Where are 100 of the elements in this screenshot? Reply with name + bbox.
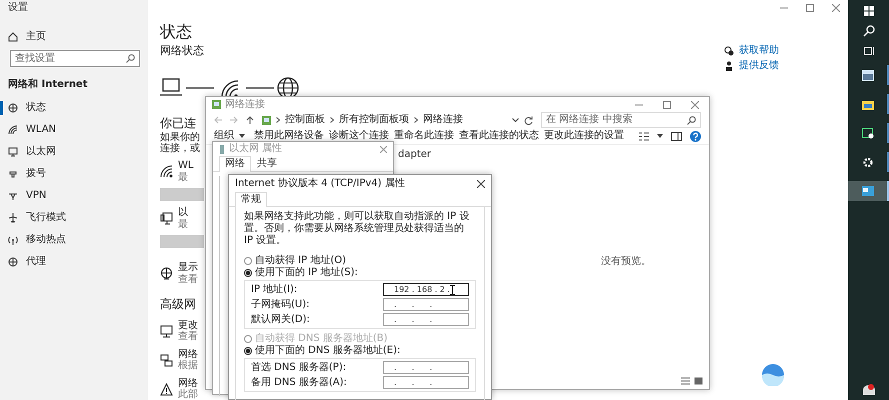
monitor-icon xyxy=(160,324,173,338)
preview-message: 没有预览。 xyxy=(601,256,651,268)
nav-item[interactable]: 拨号 xyxy=(0,163,148,185)
field-label: 子网掩码(U): xyxy=(251,298,310,310)
feedback-link[interactable]: 提供反馈 xyxy=(739,60,779,72)
notification-icon[interactable] xyxy=(862,384,876,396)
breadcrumb-item[interactable]: 所有控制面板项 xyxy=(339,114,409,126)
home-link[interactable]: 主页 xyxy=(0,26,148,48)
help-link[interactable]: 获取帮助 xyxy=(739,45,779,57)
window-title: 网络连接 xyxy=(225,98,265,110)
link-title[interactable]: 更改 xyxy=(178,320,198,332)
description-text: 如果网络支持此功能，则可以获取自动指派的 IP 设置。否则，你需要从网络系统管理员处获得适当的 IP 设置。 xyxy=(244,211,470,247)
link-title[interactable]: 显示 xyxy=(178,262,198,274)
field-label: 默认网关(D): xyxy=(251,314,311,326)
globe-icon xyxy=(8,257,18,267)
warning-icon xyxy=(160,382,173,396)
text-cursor-icon xyxy=(450,284,455,294)
antenna-icon xyxy=(8,235,18,245)
field-label: 备用 DNS 服务器(A): xyxy=(251,376,348,388)
chevron-right-icon xyxy=(276,117,280,123)
toolbar-button[interactable]: 组织 xyxy=(214,130,234,142)
close-icon[interactable] xyxy=(477,180,485,188)
search-field[interactable]: 在 网络连接 中搜索 xyxy=(541,112,701,128)
refresh-icon[interactable] xyxy=(524,116,533,124)
network-icon xyxy=(8,191,18,201)
dns-server-field[interactable]: . . . xyxy=(383,361,469,374)
preview-pane-icon[interactable] xyxy=(671,132,682,140)
nav-item[interactable]: 状态 xyxy=(0,97,148,119)
globe-icon xyxy=(160,267,173,280)
ip-address-field[interactable]: . . . xyxy=(383,313,469,326)
link-title[interactable]: 网络 xyxy=(178,378,198,390)
nav-item[interactable]: 飞行模式 xyxy=(0,207,148,229)
network-folder-icon xyxy=(212,100,221,109)
taskbar-app[interactable] xyxy=(848,181,889,201)
large-icons-view-icon[interactable] xyxy=(694,377,703,385)
wifi-icon xyxy=(8,125,18,135)
screen-icon xyxy=(862,128,874,138)
wifi-icon xyxy=(160,165,173,178)
connection-name: 以 xyxy=(178,207,188,219)
ip-address-field[interactable]: 192 . 168 . 2 . xyxy=(383,283,469,296)
link-title[interactable]: 网络 xyxy=(178,348,198,360)
caret-icon[interactable] xyxy=(657,134,663,138)
picture-icon xyxy=(862,186,874,196)
nav-item[interactable]: VPN xyxy=(0,185,148,207)
monitor-icon xyxy=(160,212,173,226)
toolbar-button[interactable]: 禁用此网络设备 xyxy=(254,130,324,142)
home-icon xyxy=(8,32,18,42)
toolbar-button[interactable]: 更改此连接的设置 xyxy=(544,130,624,142)
tab[interactable]: 共享 xyxy=(251,156,283,171)
radio-button[interactable] xyxy=(244,347,252,355)
dropdown-caret-icon[interactable] xyxy=(512,118,519,122)
maximize-icon[interactable] xyxy=(663,100,671,108)
radio-option[interactable]: 使用下面的 DNS 服务器地址(E): xyxy=(244,345,476,357)
link-description: 查看 xyxy=(178,274,198,286)
radio-option[interactable]: 自动获得 IP 地址(O) xyxy=(244,255,476,267)
maximize-icon[interactable] xyxy=(806,4,814,12)
nav-item[interactable]: WLAN xyxy=(0,119,148,141)
dialog-title: 以太网 属性 xyxy=(229,143,282,155)
connection-status: 最 xyxy=(178,172,189,184)
link-description: 查看 xyxy=(178,331,198,343)
page-title: 状态 xyxy=(160,22,193,42)
field-label: 首选 DNS 服务器(P): xyxy=(251,362,348,374)
adapter-name: dapter xyxy=(398,149,432,161)
toolbar-button[interactable]: 重命名此连接 xyxy=(394,130,454,142)
connection-name: WL xyxy=(178,160,194,172)
chevron-right-icon xyxy=(330,117,334,123)
tab[interactable]: 常规 xyxy=(235,192,267,207)
body-text: 如果你的 xyxy=(160,132,201,144)
section-heading: 你已连 xyxy=(160,116,197,130)
view-options-icon[interactable] xyxy=(639,132,649,140)
dns-server-field[interactable]: . . . xyxy=(383,376,469,389)
connection-status: 最 xyxy=(178,218,188,230)
chevron-right-icon xyxy=(414,117,418,123)
radio-option[interactable]: 使用下面的 IP 地址(S): xyxy=(244,267,476,279)
dialog-title: Internet 协议版本 4 (TCP/IPv4) 属性 xyxy=(235,178,405,190)
nav-item[interactable]: 移动热点 xyxy=(0,229,148,251)
folder-icon xyxy=(862,98,874,110)
window-icon xyxy=(862,70,874,80)
task-view-icon[interactable] xyxy=(864,46,874,56)
ip-address-field[interactable]: . . . xyxy=(383,298,469,311)
radio-button[interactable] xyxy=(244,257,252,265)
breadcrumb-item[interactable]: 控制面板 xyxy=(285,114,325,126)
details-view-icon[interactable] xyxy=(681,377,690,385)
airplane-icon xyxy=(8,213,18,223)
nav-item[interactable]: 以太网 xyxy=(0,141,148,163)
radio-button[interactable] xyxy=(244,269,252,277)
toolbar-button[interactable]: 诊断这个连接 xyxy=(329,130,389,142)
nav-item[interactable]: 代理 xyxy=(0,251,148,273)
floating-ball-icon[interactable] xyxy=(762,364,784,386)
tab[interactable]: 网络 xyxy=(219,156,251,172)
toolbar-button[interactable]: 查看此连接的状态 xyxy=(459,130,539,142)
gear-icon xyxy=(862,156,874,168)
search-icon[interactable] xyxy=(862,25,874,37)
up-arrow-icon[interactable] xyxy=(246,116,254,124)
search-field[interactable]: 查找设置 xyxy=(10,50,140,67)
windows-logo-icon[interactable] xyxy=(864,6,874,16)
feedback-icon xyxy=(724,61,734,71)
body-text: 连接，或 xyxy=(160,143,201,154)
search-icon xyxy=(687,116,696,124)
breadcrumb-item[interactable]: 网络连接 xyxy=(423,114,463,126)
